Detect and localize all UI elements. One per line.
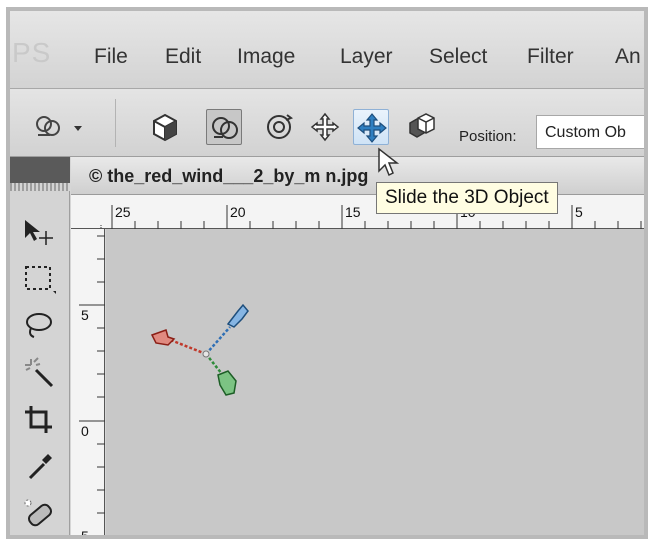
app-logo: PS [12, 37, 52, 68]
ruler-label: 5 [81, 307, 89, 323]
healing-brush-tool[interactable] [22, 497, 56, 531]
ruler-label: 5 [575, 204, 583, 220]
horizontal-ruler[interactable]: 25 20 15 10 5 [71, 195, 644, 229]
3d-axis-widget [150, 303, 249, 396]
crop-tool[interactable] [22, 403, 56, 437]
document-canvas[interactable] [106, 229, 644, 535]
ruler-label: 0 [81, 423, 89, 439]
document-tab[interactable]: © the_red_wind___2_by_m n.jpg [71, 157, 644, 195]
quick-selection-tool[interactable] [22, 356, 56, 390]
position-label: Position: [459, 128, 517, 145]
3d-scale-button[interactable] [402, 109, 438, 145]
ruler-ticks [79, 235, 105, 514]
move-tool[interactable] [22, 215, 56, 249]
3d-axis-icon [150, 303, 249, 396]
mouse-cursor-icon [378, 147, 400, 177]
eyedropper-icon [28, 454, 52, 480]
tools-panel-grip[interactable] [10, 183, 70, 191]
crop-icon [25, 406, 52, 433]
menu-analysis[interactable]: An [615, 45, 641, 69]
move-arrows-icon [310, 112, 340, 142]
menu-filter[interactable]: Filter [527, 45, 574, 69]
3d-roll-button[interactable] [261, 109, 297, 145]
menu-select[interactable]: Select [429, 45, 487, 69]
bandage-icon [24, 499, 53, 527]
3d-roll-icon [212, 117, 238, 139]
3d-object-rotate-icon [36, 116, 82, 136]
tools-panel [10, 157, 70, 535]
3d-slide-button[interactable] [353, 109, 389, 145]
menu-image[interactable]: Image [237, 45, 295, 69]
move-tool-icon [25, 220, 53, 245]
3d-scale-icon [409, 113, 435, 138]
menu-edit[interactable]: Edit [165, 45, 201, 69]
tool-preset-picker[interactable] [30, 109, 102, 145]
ruler-label: 5 [81, 528, 89, 539]
3d-object-button[interactable] [147, 109, 183, 145]
menu-bar: PS File Edit Image Layer Select Filter A… [10, 11, 644, 89]
ruler-label: 15 [345, 204, 361, 220]
tools-panel-header[interactable] [10, 157, 70, 183]
photoshop-window: PS File Edit Image Layer Select Filter A… [6, 7, 648, 539]
3d-rotate-icon [153, 113, 177, 142]
ruler-label: 20 [230, 204, 246, 220]
vertical-ruler[interactable]: 5 0 5 [71, 229, 105, 539]
menu-layer[interactable]: Layer [340, 45, 393, 69]
menu-file[interactable]: File [94, 45, 128, 69]
marquee-tool[interactable] [22, 262, 56, 296]
3d-drag-icon [267, 114, 294, 139]
options-bar: Position: Custom Ob [10, 89, 644, 157]
3d-slide-icon [357, 113, 387, 143]
tooltip: Slide the 3D Object [376, 182, 558, 214]
ruler-label: 25 [115, 204, 131, 220]
3d-drag-button[interactable] [307, 109, 343, 145]
position-dropdown[interactable]: Custom Ob [536, 115, 644, 149]
lasso-tool[interactable] [22, 309, 56, 343]
3d-rotate-button[interactable] [206, 109, 242, 145]
eyedropper-tool[interactable] [22, 450, 56, 484]
marquee-icon [25, 266, 56, 294]
options-separator [115, 99, 116, 147]
magic-wand-icon [25, 357, 54, 388]
document-title: © the_red_wind___2_by_m n.jpg [89, 166, 369, 186]
lasso-icon [26, 313, 52, 338]
